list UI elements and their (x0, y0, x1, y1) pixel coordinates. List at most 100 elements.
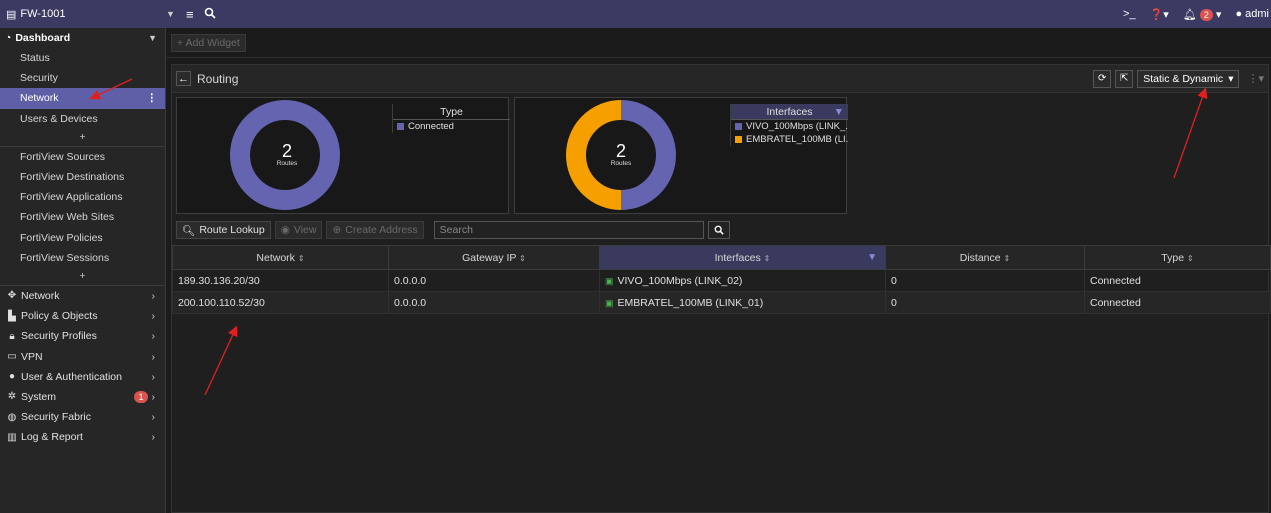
column-label: Type (1161, 251, 1185, 264)
interface-port-icon: ▣ (605, 297, 614, 308)
chevron-right-icon: › (151, 370, 156, 383)
sidebar-item-status[interactable]: Status (0, 48, 165, 68)
sidebar-item-security-fabric[interactable]: ◍ Security Fabric › (0, 407, 165, 427)
notifications-button[interactable]: 🔔︎ 2 ▾ (1182, 8, 1221, 21)
view-button[interactable]: ◉ View (274, 221, 323, 239)
legend-item[interactable]: EMBRATEL_100MB (LI... (731, 133, 848, 146)
type-legend-title: Type (393, 104, 510, 120)
more-options-icon[interactable]: ⋮▾ (1243, 72, 1264, 85)
table-row[interactable]: 200.100.110.52/30 0.0.0.0 ▣ EMBRATEL_100M… (172, 291, 1271, 314)
sidebar-item-label: FortiView Policies (20, 231, 103, 244)
external-link-icon[interactable]: ⇱ (1115, 69, 1134, 88)
sort-icon: ⇕ (763, 253, 771, 263)
type-donut-center: 2 Routes (275, 142, 299, 167)
sort-icon: ⇕ (519, 253, 526, 263)
route-filter-select[interactable]: Static & Dynamic ▾ (1137, 69, 1240, 88)
chart-icon: ▥ (7, 431, 17, 443)
sidebar-item-vpn[interactable]: ▭ VPN › (0, 346, 165, 366)
add-widget-button[interactable]: + Add Widget (171, 33, 246, 52)
sidebar-item-system[interactable]: ✲ System 1 › (0, 387, 165, 407)
legend-item[interactable]: VIVO_100Mbps (LINK_... (731, 120, 848, 133)
sidebar-item-fortiview-destinations[interactable]: FortiView Destinations (0, 167, 165, 187)
chevron-right-icon: › (151, 310, 156, 323)
column-header-network[interactable]: Network ⇕ (172, 245, 389, 270)
gear-icon: ✲ (7, 391, 17, 403)
column-header-interfaces[interactable]: Interfaces ⇕ ▼ (599, 245, 886, 270)
laptop-icon: ▭ (7, 351, 17, 363)
column-label: Gateway IP (462, 251, 517, 264)
alert-badge: 2 (1199, 8, 1213, 21)
interfaces-legend-title: Interfaces ▼ (731, 104, 848, 120)
widget-bar: + Add Widget (167, 28, 1271, 58)
sidebar-item-users-devices[interactable]: Users & Devices (0, 109, 165, 129)
sidebar-item-label: Security Profiles (21, 330, 97, 343)
search-icon[interactable] (707, 221, 730, 239)
add-dashboard-button[interactable]: + (0, 129, 165, 147)
kebab-menu-icon[interactable]: ⋮ (147, 92, 158, 104)
search-icon: 🔍︎ (182, 224, 196, 237)
chevron-right-icon: › (151, 330, 156, 343)
legend-label: EMBRATEL_100MB (LI... (746, 134, 848, 145)
table-toolbar: 🔍︎ Route Lookup ◉ View ⊕ Create Address … (176, 221, 730, 239)
create-address-button[interactable]: ⊕ Create Address (326, 221, 424, 239)
sidebar-item-network[interactable]: ✥ Network › (0, 286, 165, 306)
plus-icon: + (79, 270, 86, 283)
menu-icon[interactable]: ≡ (186, 7, 194, 22)
legend-label: Connected (408, 121, 454, 132)
sidebar-item-label: System (21, 390, 57, 403)
user-icon: ● (1235, 8, 1243, 20)
sidebar-item-label: VPN (21, 350, 43, 363)
plus-circle-icon: ⊕ (332, 224, 342, 236)
legend-item[interactable]: Connected (393, 120, 510, 133)
filter-icon[interactable]: ▼ (834, 104, 844, 120)
panel-title: Routing (197, 71, 239, 86)
refresh-icon[interactable]: ⟳ (1093, 69, 1112, 88)
sidebar-item-user-authentication[interactable]: ● User & Authentication › (0, 367, 165, 387)
interfaces-legend: Interfaces ▼ VIVO_100Mbps (LINK_... EMBR… (730, 104, 848, 146)
cell-interface: ▣ VIVO_100Mbps (LINK_02) (599, 269, 886, 292)
column-header-distance[interactable]: Distance ⇕ (885, 245, 1085, 270)
chevron-right-icon: › (151, 390, 156, 403)
interfaces-chart: 2 Routes Interfaces ▼ VIVO_100Mbps (LINK… (514, 97, 848, 214)
column-header-type[interactable]: Type ⇕ (1084, 245, 1271, 270)
route-filter-value: Static & Dynamic (1143, 72, 1224, 85)
sidebar-item-fortiview-sessions[interactable]: FortiView Sessions (0, 248, 165, 268)
dashboard-icon: ◔ (5, 32, 12, 44)
sidebar-item-log-report[interactable]: ▥ Log & Report › (0, 427, 165, 447)
user-menu[interactable]: ● admi (1235, 8, 1269, 20)
table-row[interactable]: 189.30.136.20/30 0.0.0.0 ▣ VIVO_100Mbps (… (172, 269, 1271, 292)
chevron-down-icon[interactable]: ▼ (166, 9, 176, 19)
sidebar-item-fortiview-web-sites[interactable]: FortiView Web Sites (0, 207, 165, 227)
bell-icon: 🔔︎ (1182, 8, 1197, 21)
lock-icon: 🔒︎ (9, 330, 15, 342)
type-chart: 2 Routes Type Connected (176, 97, 510, 214)
sidebar-item-dashboard[interactable]: ◔ Dashboard ▼ (0, 28, 165, 48)
sidebar-item-fortiview-policies[interactable]: FortiView Policies (0, 228, 165, 248)
interfaces-route-label: Routes (610, 160, 632, 167)
sidebar-item-label: Network (20, 92, 59, 105)
device-selector[interactable]: ▤ FW-1001 (0, 8, 166, 21)
sidebar-item-label: Policy & Objects (21, 310, 98, 323)
column-header-gateway-ip[interactable]: Gateway IP ⇕ (388, 245, 600, 270)
add-fortiview-button[interactable]: + (0, 268, 165, 286)
search-input[interactable]: Search (433, 221, 704, 239)
sidebar-item-policy-objects[interactable]: ▙ Policy & Objects › (0, 306, 165, 326)
chevron-right-icon: › (151, 350, 156, 363)
help-icon[interactable]: ❓▾ (1150, 8, 1169, 21)
search-icon[interactable] (204, 7, 216, 22)
sidebar-item-fortiview-applications[interactable]: FortiView Applications (0, 187, 165, 207)
sidebar-item-fortiview-sources[interactable]: FortiView Sources (0, 147, 165, 167)
filter-icon[interactable]: ▼ (867, 252, 877, 263)
column-label: Network (256, 251, 295, 264)
back-arrow-icon[interactable]: ← (176, 71, 191, 86)
type-legend: Type Connected (392, 104, 510, 133)
route-lookup-button[interactable]: 🔍︎ Route Lookup (176, 221, 271, 239)
button-label: Create Address (345, 224, 418, 236)
sidebar-item-security-profiles[interactable]: 🔒︎ Security Profiles › (0, 326, 165, 346)
cli-console-icon[interactable]: >_ (1123, 8, 1136, 20)
sidebar-item-network-dashboard[interactable]: Network ⋮ (0, 88, 165, 109)
sidebar-item-label: FortiView Destinations (20, 171, 125, 184)
cell-network: 189.30.136.20/30 (172, 269, 389, 292)
sidebar-item-security[interactable]: Security (0, 68, 165, 88)
chevron-right-icon: › (151, 289, 156, 302)
